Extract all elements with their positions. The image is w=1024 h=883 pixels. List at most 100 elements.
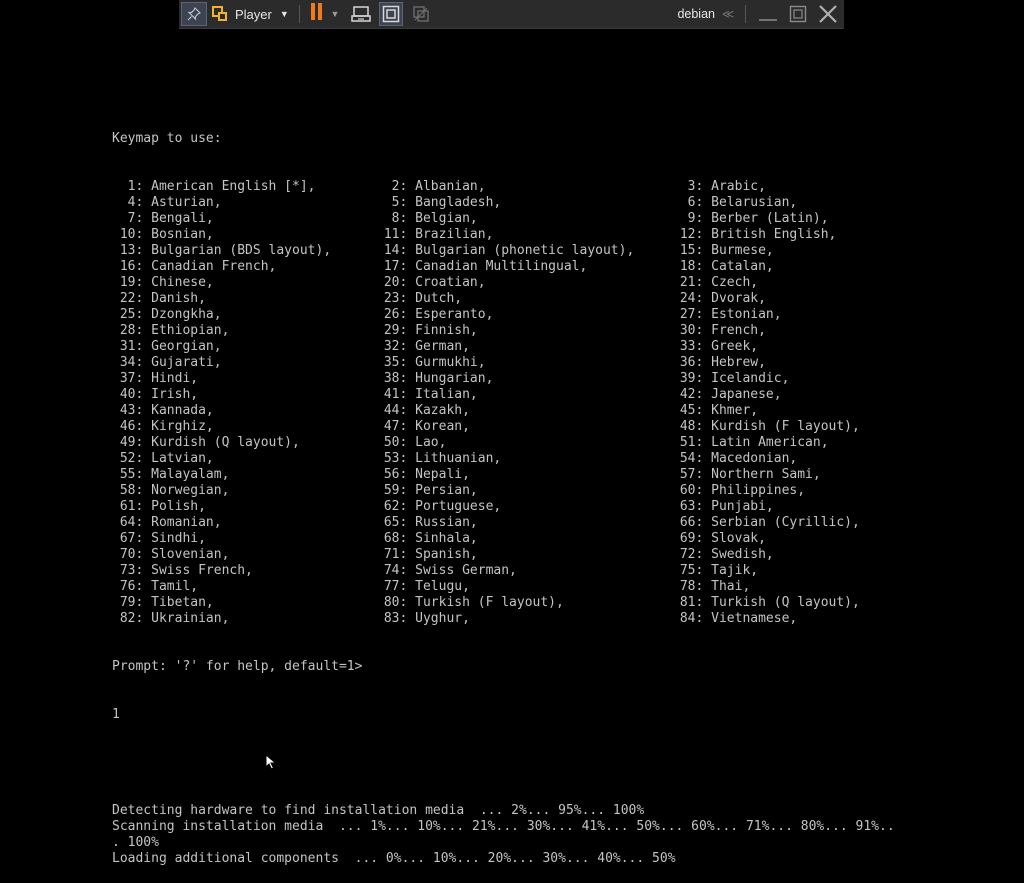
- toolbar-divider: [745, 5, 746, 23]
- restore-button[interactable]: [787, 2, 809, 26]
- pin-toolbar-button[interactable]: [181, 2, 207, 26]
- pause-button[interactable]: [305, 2, 327, 26]
- keymap-option: 13: Bulgarian (BDS layout),: [112, 243, 332, 258]
- keymap-option: 46: Kirghiz,: [112, 419, 214, 434]
- keymap-option: 59: Persian,: [376, 483, 478, 498]
- minimize-button[interactable]: [757, 2, 779, 26]
- keymap-row: 55: Malayalam, 56: Nepali, 57: Northern …: [112, 467, 895, 483]
- keymap-option: 14: Bulgarian (phonetic layout),: [376, 243, 635, 258]
- keymap-option: 27: Estonian,: [672, 307, 782, 322]
- keymap-option: 12: British English,: [672, 227, 837, 242]
- keymap-option: 26: Esperanto,: [376, 307, 494, 322]
- send-ctrl-alt-del-button[interactable]: [349, 2, 373, 26]
- keymap-option: 34: Gujarati,: [112, 355, 222, 370]
- keymap-row: 46: Kirghiz, 47: Korean, 48: Kurdish (F …: [112, 419, 895, 435]
- keymap-option: 40: Irish,: [112, 387, 199, 402]
- close-icon: [819, 5, 837, 23]
- keymap-option: 69: Slovak,: [672, 531, 766, 546]
- keymap-row: 4: Asturian, 5: Bangladesh, 6: Belarusia…: [112, 195, 895, 211]
- keymap-option: 37: Hindi,: [112, 371, 199, 386]
- keymap-row: 79: Tibetan, 80: Turkish (F layout), 81:…: [112, 595, 895, 611]
- keymap-row: 37: Hindi, 38: Hungarian, 39: Icelandic,: [112, 371, 895, 387]
- keymap-option: 21: Czech,: [672, 275, 759, 290]
- double-chevron-left-icon: ≪: [721, 7, 735, 21]
- keymap-option: 28: Ethiopian,: [112, 323, 230, 338]
- keymap-row: 7: Bengali, 8: Belgian, 9: Berber (Latin…: [112, 211, 895, 227]
- keymap-option: 76: Tamil,: [112, 579, 199, 594]
- keymap-row: 52: Latvian, 53: Lithuanian, 54: Macedon…: [112, 451, 895, 467]
- fit-guest-button[interactable]: [379, 2, 403, 26]
- keymap-option: 2: Albanian,: [376, 179, 486, 194]
- keymap-option: 72: Swedish,: [672, 547, 774, 562]
- keymap-option: 39: Icelandic,: [672, 371, 790, 386]
- keymap-option: 7: Bengali,: [112, 211, 214, 226]
- vm-player-toolbar: Player ▼ ▼ debian ≪: [179, 0, 844, 29]
- keymap-row: 64: Romanian, 65: Russian, 66: Serbian (…: [112, 515, 895, 531]
- vmware-logo-icon: [212, 6, 227, 21]
- keymap-option: 56: Nepali,: [376, 467, 470, 482]
- keymap-row: 76: Tamil, 77: Telugu, 78: Thai,: [112, 579, 895, 595]
- keymap-option: 15: Burmese,: [672, 243, 774, 258]
- fit-guest-icon: [382, 5, 400, 23]
- keymap-row: 13: Bulgarian (BDS layout), 14: Bulgaria…: [112, 243, 895, 259]
- keymap-option: 81: Turkish (Q layout),: [672, 595, 860, 610]
- keymap-option: 62: Portuguese,: [376, 499, 502, 514]
- keymap-option: 82: Ukrainian,: [112, 611, 230, 626]
- keymap-option: 66: Serbian (Cyrillic),: [672, 515, 860, 530]
- log-line: Loading additional components ... 0%... …: [112, 851, 676, 866]
- keymap-option: 42: Japanese,: [672, 387, 782, 402]
- keymap-list: 1: American English [*], 2: Albanian, 3:…: [112, 179, 895, 627]
- pause-icon: [309, 3, 323, 25]
- keymap-option: 35: Gurmukhi,: [376, 355, 486, 370]
- keymap-option: 84: Vietnamese,: [672, 611, 798, 626]
- keymap-option: 11: Brazilian,: [376, 227, 494, 242]
- keymap-option: 4: Asturian,: [112, 195, 222, 210]
- keymap-option: 51: Latin American,: [672, 435, 829, 450]
- prompt-input[interactable]: 1: [112, 707, 895, 723]
- keymap-row: 19: Chinese, 20: Croatian, 21: Czech,: [112, 275, 895, 291]
- keymap-row: 58: Norwegian, 59: Persian, 60: Philippi…: [112, 483, 895, 499]
- prompt-line: Prompt: '?' for help, default=1>: [112, 659, 363, 674]
- keymap-row: 61: Polish, 62: Portuguese, 63: Punjabi,: [112, 499, 895, 515]
- keymap-option: 3: Arabic,: [672, 179, 766, 194]
- keymap-option: 20: Croatian,: [376, 275, 486, 290]
- log-line: . 100%: [112, 835, 159, 850]
- collapse-toolbar-button[interactable]: ≪: [719, 2, 737, 26]
- keymap-option: 25: Dzongkha,: [112, 307, 222, 322]
- keymap-option: 23: Dutch,: [376, 291, 463, 306]
- keymap-option: 75: Tajik,: [672, 563, 759, 578]
- keymap-option: 55: Malayalam,: [112, 467, 230, 482]
- keymap-option: 17: Canadian Multilingual,: [376, 259, 588, 274]
- keymap-option: 29: Finnish,: [376, 323, 478, 338]
- keymap-option: 16: Canadian French,: [112, 259, 277, 274]
- power-options-dropdown[interactable]: ▼: [329, 2, 341, 26]
- keymap-option: 5: Bangladesh,: [376, 195, 502, 210]
- keymap-option: 22: Danish,: [112, 291, 206, 306]
- log-line: Detecting hardware to find installation …: [112, 803, 645, 818]
- keymap-option: 47: Korean,: [376, 419, 470, 434]
- keymap-option: 10: Bosnian,: [112, 227, 214, 242]
- keymap-option: 70: Slovenian,: [112, 547, 230, 562]
- keymap-row: 40: Irish, 41: Italian, 42: Japanese,: [112, 387, 895, 403]
- keymap-option: 57: Northern Sami,: [672, 467, 821, 482]
- minimize-icon: [759, 19, 777, 21]
- keymap-row: 82: Ukrainian, 83: Uyghur, 84: Vietnames…: [112, 611, 895, 627]
- keymap-option: 24: Dvorak,: [672, 291, 766, 306]
- keymap-option: 49: Kurdish (Q layout),: [112, 435, 300, 450]
- keymap-option: 41: Italian,: [376, 387, 478, 402]
- keymap-row: 25: Dzongkha, 26: Esperanto, 27: Estonia…: [112, 307, 895, 323]
- chevron-down-icon: ▼: [330, 9, 340, 19]
- keymap-option: 33: Greek,: [672, 339, 759, 354]
- keymap-option: 1: American English [*],: [112, 179, 316, 194]
- keymap-row: 16: Canadian French, 17: Canadian Multil…: [112, 259, 895, 275]
- keymap-option: 50: Lao,: [376, 435, 447, 450]
- player-menu-button[interactable]: Player ▼: [212, 2, 292, 26]
- keymap-row: 73: Swiss French, 74: Swiss German, 75: …: [112, 563, 895, 579]
- pin-icon: [187, 7, 201, 21]
- keymap-row: 10: Bosnian, 11: Brazilian, 12: British …: [112, 227, 895, 243]
- close-button[interactable]: [816, 2, 840, 26]
- progress-log: Detecting hardware to find installation …: [112, 803, 895, 867]
- log-line: Scanning installation media ... 1%... 10…: [112, 819, 895, 834]
- unity-mode-button[interactable]: [409, 2, 433, 26]
- toolbar-divider: [299, 5, 300, 23]
